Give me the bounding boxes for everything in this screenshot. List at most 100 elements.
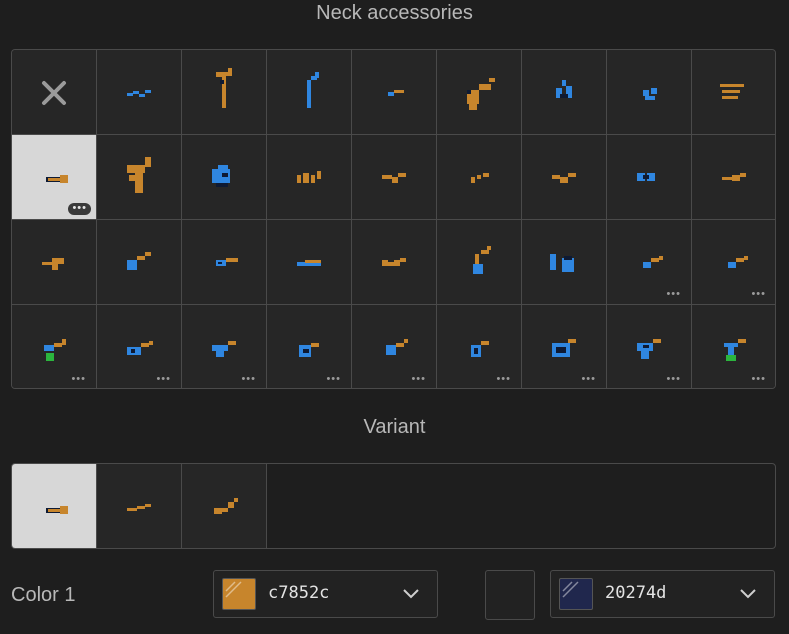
- ellipsis-icon[interactable]: •••: [751, 289, 766, 300]
- accessory-option[interactable]: [607, 50, 692, 135]
- accessory-sprite-icon: [471, 173, 489, 183]
- accessory-option[interactable]: [522, 50, 607, 135]
- accessory-option[interactable]: [522, 135, 607, 220]
- accessory-option[interactable]: •••: [12, 135, 97, 220]
- accessory-sprite-icon: [307, 72, 319, 108]
- accessory-option[interactable]: [267, 135, 352, 220]
- accessory-option[interactable]: [352, 220, 437, 305]
- color1-label: Color 1: [11, 584, 76, 606]
- accessory-grid: ••• ••• ••• ••• ••• ••• ••• ••• ••• ••• ••• •••: [11, 49, 776, 389]
- accessory-option[interactable]: •••: [607, 305, 692, 388]
- color1-swatch: [222, 578, 256, 610]
- ellipsis-icon[interactable]: •••: [68, 203, 91, 215]
- accessory-option[interactable]: [97, 135, 182, 220]
- neck-accessories-title: Neck accessories: [316, 2, 473, 24]
- accessory-option[interactable]: •••: [12, 305, 97, 388]
- variant-option[interactable]: [182, 464, 267, 548]
- accessory-option[interactable]: •••: [267, 305, 352, 388]
- sprite-pixel: [728, 347, 734, 355]
- sprite-pixel: [127, 93, 133, 96]
- sprite-pixel: [216, 351, 224, 357]
- accessory-option[interactable]: •••: [437, 305, 522, 388]
- accessory-option[interactable]: [182, 50, 267, 135]
- sprite-pixel: [317, 171, 321, 179]
- accessory-sprite-icon: [42, 258, 64, 270]
- accessory-option[interactable]: [437, 50, 522, 135]
- swatch-gloss: [562, 581, 579, 598]
- sprite-pixel: [141, 343, 149, 347]
- sprite-pixel: [382, 260, 388, 266]
- accessory-option[interactable]: [692, 135, 775, 220]
- sprite-pixel: [562, 80, 566, 86]
- ellipsis-icon[interactable]: •••: [751, 374, 766, 385]
- accessory-option[interactable]: [182, 135, 267, 220]
- accessory-option[interactable]: [267, 50, 352, 135]
- accessory-option[interactable]: [182, 220, 267, 305]
- ellipsis-icon[interactable]: •••: [496, 374, 511, 385]
- ellipsis-icon[interactable]: •••: [241, 374, 256, 385]
- sprite-pixel: [732, 175, 740, 181]
- sprite-pixel: [728, 262, 736, 268]
- sprite-pixel: [560, 94, 568, 98]
- sprite-pixel: [305, 260, 321, 263]
- ellipsis-icon[interactable]: •••: [666, 289, 681, 300]
- sprite-pixel: [139, 94, 145, 97]
- accessory-option[interactable]: •••: [182, 305, 267, 388]
- sprite-pixel: [58, 258, 64, 264]
- ellipsis-icon[interactable]: •••: [666, 374, 681, 385]
- accessory-sprite-icon: [127, 252, 151, 270]
- accessory-option[interactable]: [437, 220, 522, 305]
- sprite-pixel: [479, 84, 491, 90]
- ellipsis-icon[interactable]: •••: [156, 374, 171, 385]
- accessory-option[interactable]: [97, 50, 182, 135]
- accessory-option[interactable]: •••: [97, 305, 182, 388]
- sprite-pixel: [568, 339, 576, 343]
- accessory-option[interactable]: [12, 220, 97, 305]
- sprite-pixel: [228, 502, 234, 508]
- ellipsis-icon[interactable]: •••: [71, 374, 86, 385]
- sprite-pixel: [726, 355, 736, 361]
- accessory-option[interactable]: [97, 220, 182, 305]
- sprite-pixel: [137, 506, 145, 509]
- sprite-pixel: [722, 96, 738, 99]
- color-blank-box[interactable]: [485, 570, 535, 620]
- ellipsis-icon[interactable]: •••: [326, 374, 341, 385]
- accessory-sprite-icon: [297, 171, 321, 183]
- close-icon: [42, 81, 66, 105]
- accessory-option[interactable]: [267, 220, 352, 305]
- ellipsis-icon[interactable]: •••: [581, 374, 596, 385]
- accessory-option[interactable]: •••: [352, 305, 437, 388]
- sprite-pixel: [228, 341, 236, 345]
- ellipsis-icon[interactable]: •••: [411, 374, 426, 385]
- accessory-option[interactable]: [437, 135, 522, 220]
- sprite-pixel: [218, 165, 228, 171]
- sprite-pixel: [48, 178, 60, 181]
- accessory-option[interactable]: [352, 50, 437, 135]
- accessory-option[interactable]: [607, 135, 692, 220]
- accessory-sprite-icon: [722, 173, 746, 181]
- accessory-option[interactable]: •••: [692, 305, 775, 388]
- accessory-option[interactable]: [522, 220, 607, 305]
- accessory-option[interactable]: [352, 135, 437, 220]
- accessory-sprite-icon: [637, 173, 655, 181]
- color1-select[interactable]: c7852c: [213, 570, 438, 618]
- sprite-pixel: [643, 90, 649, 96]
- accessory-option[interactable]: •••: [692, 220, 775, 305]
- sprite-pixel: [315, 72, 319, 78]
- sprite-pixel: [137, 256, 145, 260]
- accessory-option[interactable]: [692, 50, 775, 135]
- accessory-sprite-icon: [216, 68, 232, 108]
- color2-select[interactable]: 20274d: [550, 570, 775, 618]
- accessory-option[interactable]: •••: [607, 220, 692, 305]
- none-option[interactable]: [12, 50, 97, 135]
- variant-option[interactable]: [97, 464, 182, 548]
- variant-option[interactable]: [12, 464, 97, 548]
- variant-row: [11, 463, 776, 549]
- sprite-pixel: [145, 252, 151, 256]
- sprite-pixel: [483, 173, 489, 177]
- sprite-pixel: [475, 254, 479, 264]
- sprite-pixel: [394, 260, 400, 266]
- sprite-pixel: [388, 262, 394, 266]
- sprite-pixel: [643, 262, 651, 268]
- accessory-option[interactable]: •••: [522, 305, 607, 388]
